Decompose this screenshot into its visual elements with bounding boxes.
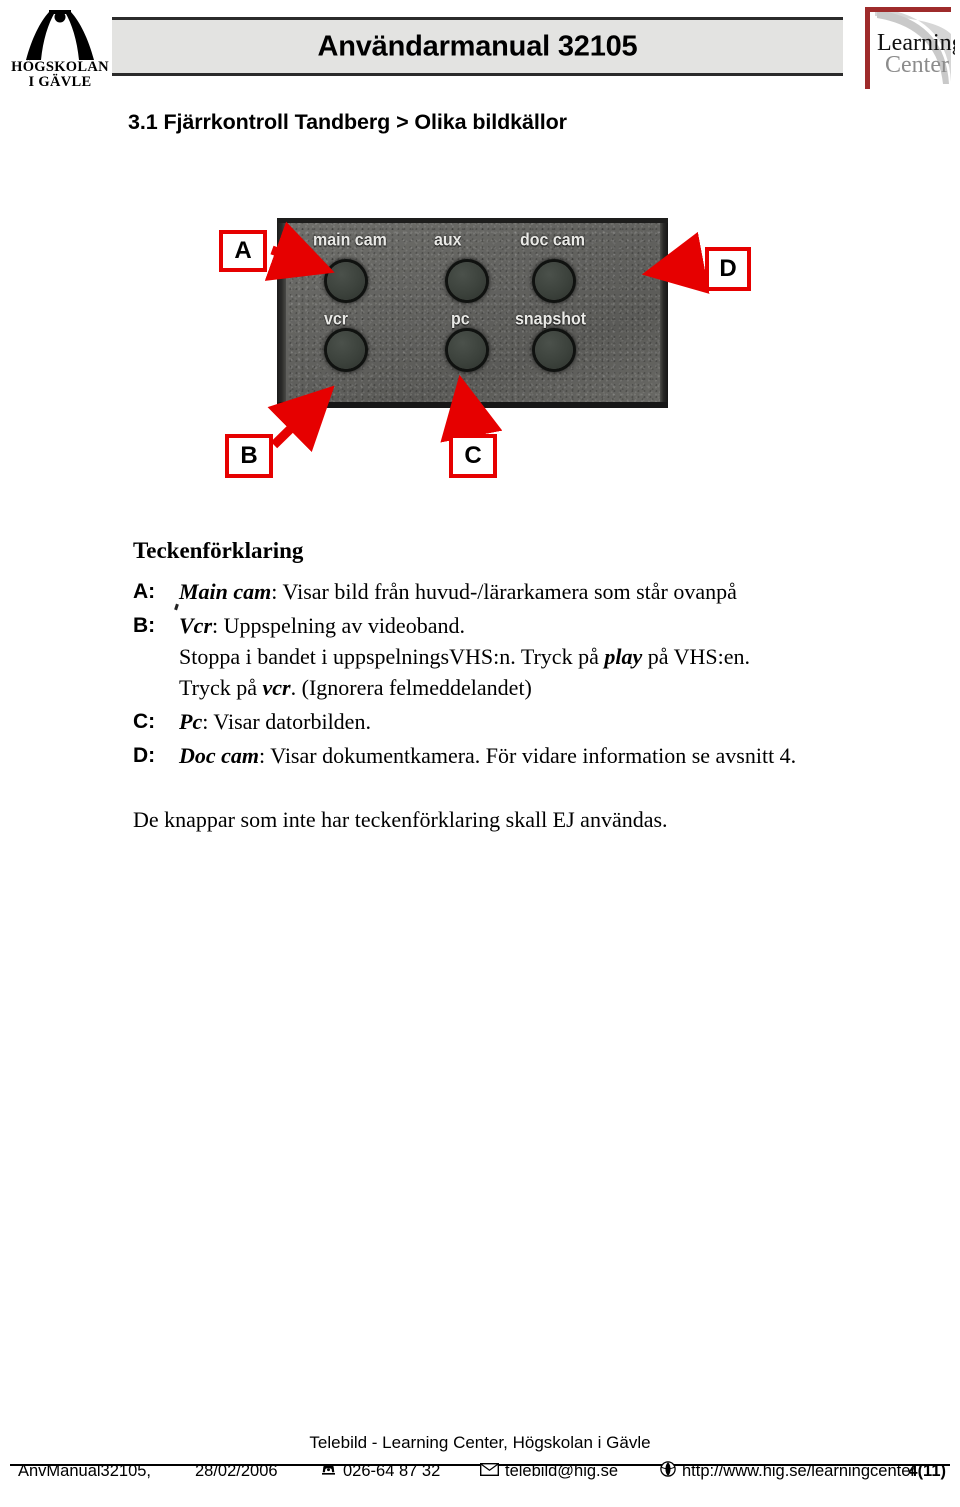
footer-page-number: 4(11) [908,1461,946,1480]
footer-website-url: http://www.hig.se/learningcenter [682,1461,916,1480]
legend-text-b: Vcr: Uppspelning av videoband. Stoppa i … [179,610,873,703]
telephone-icon-glyph [322,1464,335,1475]
page-header: HÖGSKOLAN I GÄVLE Användarmanual 32105 L… [0,0,960,96]
legend-subline-b1: Stoppa i bandet i uppspelningsVHS:n. Try… [179,641,873,672]
legend-term-c: Pc [179,709,203,734]
button-label-main-cam: main cam [313,230,387,250]
legend-keyword-play: play [604,644,643,669]
hig-arch-mark [26,10,94,60]
photo-edge-right [660,218,668,408]
legend-term-a: Main cam [179,579,272,604]
footer-date: 28/02/2006 [195,1461,278,1480]
footer-phone: 026-64 87 32 [320,1462,440,1481]
legend-key-a: A: [133,580,156,603]
photo-edge-left [277,218,286,408]
legend-block: Teckenförklaring A: Main cam: Visar bild… [133,538,873,774]
legend-term-d: Doc cam [179,743,260,768]
section-heading: 3.1 Fjärrkontroll Tandberg > Olika bildk… [128,110,567,134]
remote-button-main-cam [327,262,365,300]
telephone-icon [320,1462,337,1480]
legend-text-a: Main cam: Visar bild från huvud-/lärarka… [179,576,873,607]
footer-document-id: AnvManual32105, [18,1461,152,1480]
photo-edge-bottom [277,402,668,408]
footer-website[interactable]: http://www.hig.se/learningcenter [660,1461,916,1481]
university-logo-line2: I GÄVLE [28,74,92,90]
legend-text-d: Doc cam: Visar dokumentkamera. För vidar… [179,740,873,771]
university-logo: HÖGSKOLAN I GÄVLE [8,4,112,96]
remote-button-doc-cam [535,262,573,300]
closing-note: De knappar som inte har teckenförklaring… [133,807,668,832]
legend-subline-b2: Tryck på vcr. (Ignorera felmeddelandet) [179,672,873,703]
legend-key-c: C: [133,710,156,733]
legend-row: D: Doc cam: Visar dokumentkamera. För vi… [133,740,873,771]
callout-b: B [225,434,273,478]
callout-d: D [705,247,751,291]
button-label-vcr: vcr [324,309,349,329]
callout-a: A [219,230,267,272]
envelope-icon [479,1462,500,1480]
legend-desc-b: : Uppspelning av videoband. [212,613,465,638]
remote-button-aux [448,262,486,300]
remote-button-pc [448,331,486,369]
legend-row: C: Pc: Visar datorbilden. [133,706,873,737]
legend-keyword-vcr: vcr [262,675,291,700]
photo-edge-top [277,218,668,223]
legend-text-c: Pc: Visar datorbilden. [179,706,873,737]
remote-button-vcr [327,331,365,369]
legend-desc-a: : Visar bild från huvud-/lärarkamera som… [271,579,737,604]
document-title-bar: Användarmanual 32105 [112,17,843,76]
button-label-aux: aux [434,230,462,250]
legend-key-b: B: [133,614,156,637]
button-label-pc: pc [451,309,470,329]
learning-center-mark: Learning Center [865,7,960,89]
legend-row: A: Main cam: Visar bild från huvud-/lära… [133,576,873,607]
callout-c: C [449,434,497,478]
remote-control-figure: main cam aux doc cam vcr pc snapshot A D… [0,190,960,500]
learning-center-logo: Learning Center [855,4,960,92]
footer-phone-number: 026-64 87 32 [343,1461,441,1480]
svg-text:Center: Center [885,52,949,78]
envelope-icon-glyph [479,1462,500,1476]
legend-subline-b1-pre: Stoppa i bandet i uppspelningsVHS:n. Try… [179,644,605,669]
legend-desc-c: : Visar datorbilden. [202,709,371,734]
footer-organisation: Telebild - Learning Center, Högskolan i … [309,1433,651,1452]
legend-subline-b2-post: . (Ignorera felmeddelandet) [290,675,532,700]
page-footer: Telebild - Learning Center, Högskolan i … [0,1427,960,1507]
legend-desc-d: : Visar dokumentkamera. För vidare infor… [259,743,797,768]
remote-button-snapshot [535,331,573,369]
globe-icon [660,1461,676,1481]
legend-subline-b2-pre: Tryck på [179,675,263,700]
button-label-doc-cam: doc cam [520,230,585,250]
legend-row: B: Vcr: Uppspelning av videoband. Stoppa… [133,610,873,703]
university-logo-text: HÖGSKOLAN I GÄVLE [8,60,112,90]
footer-email[interactable]: telebild@hig.se [479,1461,619,1481]
legend-title: Teckenförklaring [133,538,304,563]
legend-subline-b1-post: på VHS:en. [642,644,750,669]
remote-control-photo: main cam aux doc cam vcr pc snapshot [277,218,668,408]
globe-icon-glyph [660,1461,676,1477]
legend-key-d: D: [133,744,156,767]
university-logo-line1: HÖGSKOLAN [11,59,109,75]
document-title: Användarmanual 32105 [317,30,638,62]
button-label-snapshot: snapshot [515,309,587,329]
footer-email-address: telebild@hig.se [505,1461,619,1480]
legend-term-b: Vcr [179,613,212,638]
